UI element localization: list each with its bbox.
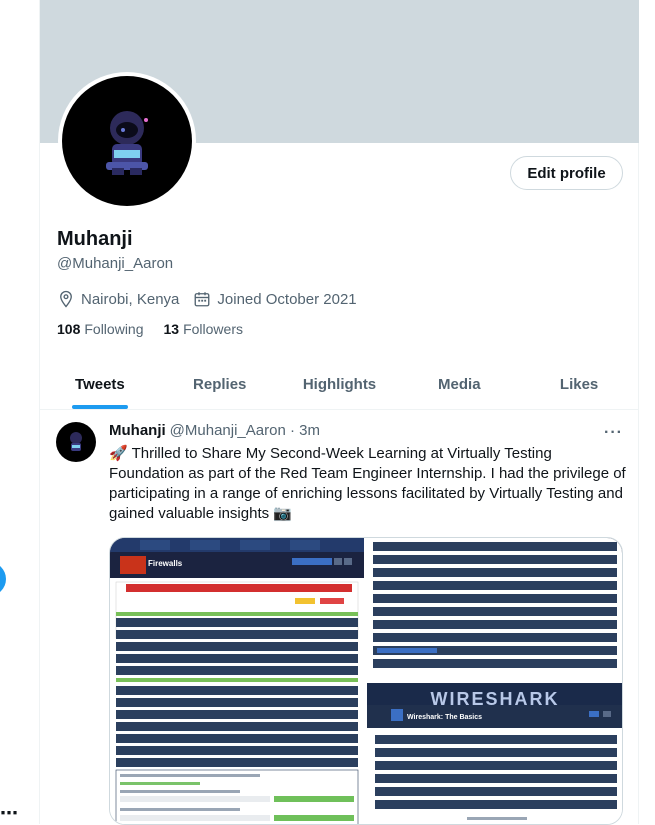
- tweet-header: Muhanji @Muhanji_Aaron · 3m: [109, 422, 320, 439]
- joined-item: Joined October 2021: [193, 290, 357, 308]
- followers-label: Followers: [183, 321, 243, 337]
- tweet-author-name[interactable]: Muhanji: [109, 422, 166, 439]
- profile-meta: Nairobi, Kenya Joined October 2021: [57, 290, 371, 308]
- profile-tabs: Tweets Replies Highlights Media Likes: [40, 360, 639, 410]
- location-item: Nairobi, Kenya: [57, 290, 179, 308]
- following-link[interactable]: 108 Following: [57, 321, 144, 337]
- tweet-text: 🚀 Thrilled to Share My Second-Week Learn…: [109, 445, 626, 522]
- left-nav-strip: [0, 0, 40, 824]
- tab-media[interactable]: Media: [399, 360, 519, 409]
- location-text: Nairobi, Kenya: [81, 290, 180, 308]
- firewalls-screenshot: Firewalls: [110, 538, 364, 824]
- media-right-title: Wireshark: The Basics: [407, 714, 482, 721]
- avatar-image: [62, 76, 192, 206]
- profile-avatar[interactable]: [58, 72, 196, 210]
- tab-replies[interactable]: Replies: [160, 360, 280, 409]
- profile-handle: @Muhanji_Aaron: [57, 255, 174, 272]
- media-image-wireshark[interactable]: WIRESHARK Wireshark: The Basics: [367, 683, 622, 824]
- tab-highlights[interactable]: Highlights: [280, 360, 400, 409]
- media-image-firewalls[interactable]: Firewalls: [110, 538, 364, 824]
- edit-profile-button[interactable]: Edit profile: [510, 156, 623, 190]
- media-left-title: Firewalls: [148, 559, 183, 568]
- tweet-avatar[interactable]: [56, 422, 96, 462]
- astronaut-icon: [70, 432, 82, 451]
- tab-tweets[interactable]: Tweets: [40, 360, 160, 409]
- media-image-osi[interactable]: [367, 538, 622, 680]
- more-menu-icon[interactable]: ⋯: [0, 804, 19, 822]
- tweet-handle-time: @Muhanji_Aaron · 3m: [169, 422, 320, 439]
- tweet-media[interactable]: Firewalls WIRESHARK Wireshark: The Basic…: [109, 537, 623, 825]
- wireshark-screenshot: WIRESHARK Wireshark: The Basics: [367, 683, 622, 820]
- osi-screenshot: [367, 538, 622, 680]
- astronaut-icon: [106, 111, 148, 175]
- calendar-icon: [194, 292, 210, 307]
- profile-column: Edit profile Muhanji @Muhanji_Aaron Nair…: [39, 0, 639, 825]
- following-count: 108: [57, 321, 81, 337]
- following-label: Following: [84, 321, 144, 337]
- profile-stats: 108 Following 13 Followers: [57, 321, 263, 337]
- tab-likes[interactable]: Likes: [519, 360, 639, 409]
- profile-name: Muhanji: [57, 228, 133, 250]
- location-pin-icon: [60, 290, 72, 308]
- tweet[interactable]: Muhanji @Muhanji_Aaron · 3m ··· 🚀 Thrille…: [40, 410, 639, 825]
- more-icon[interactable]: ···: [604, 424, 623, 442]
- joined-text: Joined October 2021: [217, 290, 357, 308]
- followers-count: 13: [163, 321, 180, 337]
- followers-link[interactable]: 13 Followers: [164, 321, 243, 337]
